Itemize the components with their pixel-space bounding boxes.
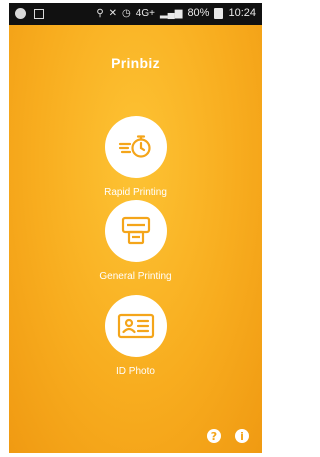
alarm-icon: ◷ [122, 7, 131, 19]
status-bar: ⚲ ✕ ◷ 4G+ ▂▄▆ 80% 10:24 [9, 3, 262, 25]
info-icon[interactable]: i [235, 429, 249, 443]
rapid-printing-action[interactable]: Rapid Printing [9, 116, 262, 198]
printer-icon [121, 216, 150, 245]
status-right: ⚲ ✕ ◷ 4G+ ▂▄▆ 80% 10:24 [96, 7, 256, 19]
battery-icon [214, 7, 224, 19]
id-card-icon [117, 313, 154, 339]
mute-icon: ✕ [108, 7, 118, 19]
general-printing-action[interactable]: General Printing [9, 200, 262, 282]
timer-print-icon [118, 135, 151, 158]
status-left-icons [15, 8, 44, 19]
id-photo-button[interactable] [104, 295, 167, 357]
rapid-printing-label[interactable]: Rapid Printing [9, 187, 262, 198]
id-photo-label[interactable]: ID Photo [9, 366, 262, 377]
gallery-icon [34, 8, 44, 19]
notification-dot-icon [15, 8, 26, 19]
signal-icon: ▂▄▆ [159, 7, 183, 19]
help-icon[interactable]: ? [207, 429, 221, 443]
id-photo-action[interactable]: ID Photo [9, 295, 262, 377]
battery-percent: 80% [187, 7, 210, 19]
app-screen: ⚲ ✕ ◷ 4G+ ▂▄▆ 80% 10:24 Prinbiz Rapid Pr… [9, 3, 262, 453]
location-icon: ⚲ [96, 7, 104, 19]
rapid-printing-button[interactable] [104, 116, 167, 178]
general-printing-button[interactable] [104, 200, 167, 262]
bottom-actions: ? i [207, 429, 249, 443]
general-printing-label[interactable]: General Printing [9, 271, 262, 282]
network-type: 4G+ [135, 7, 155, 19]
app-logo: Prinbiz [111, 55, 160, 71]
clock: 10:24 [228, 7, 256, 19]
